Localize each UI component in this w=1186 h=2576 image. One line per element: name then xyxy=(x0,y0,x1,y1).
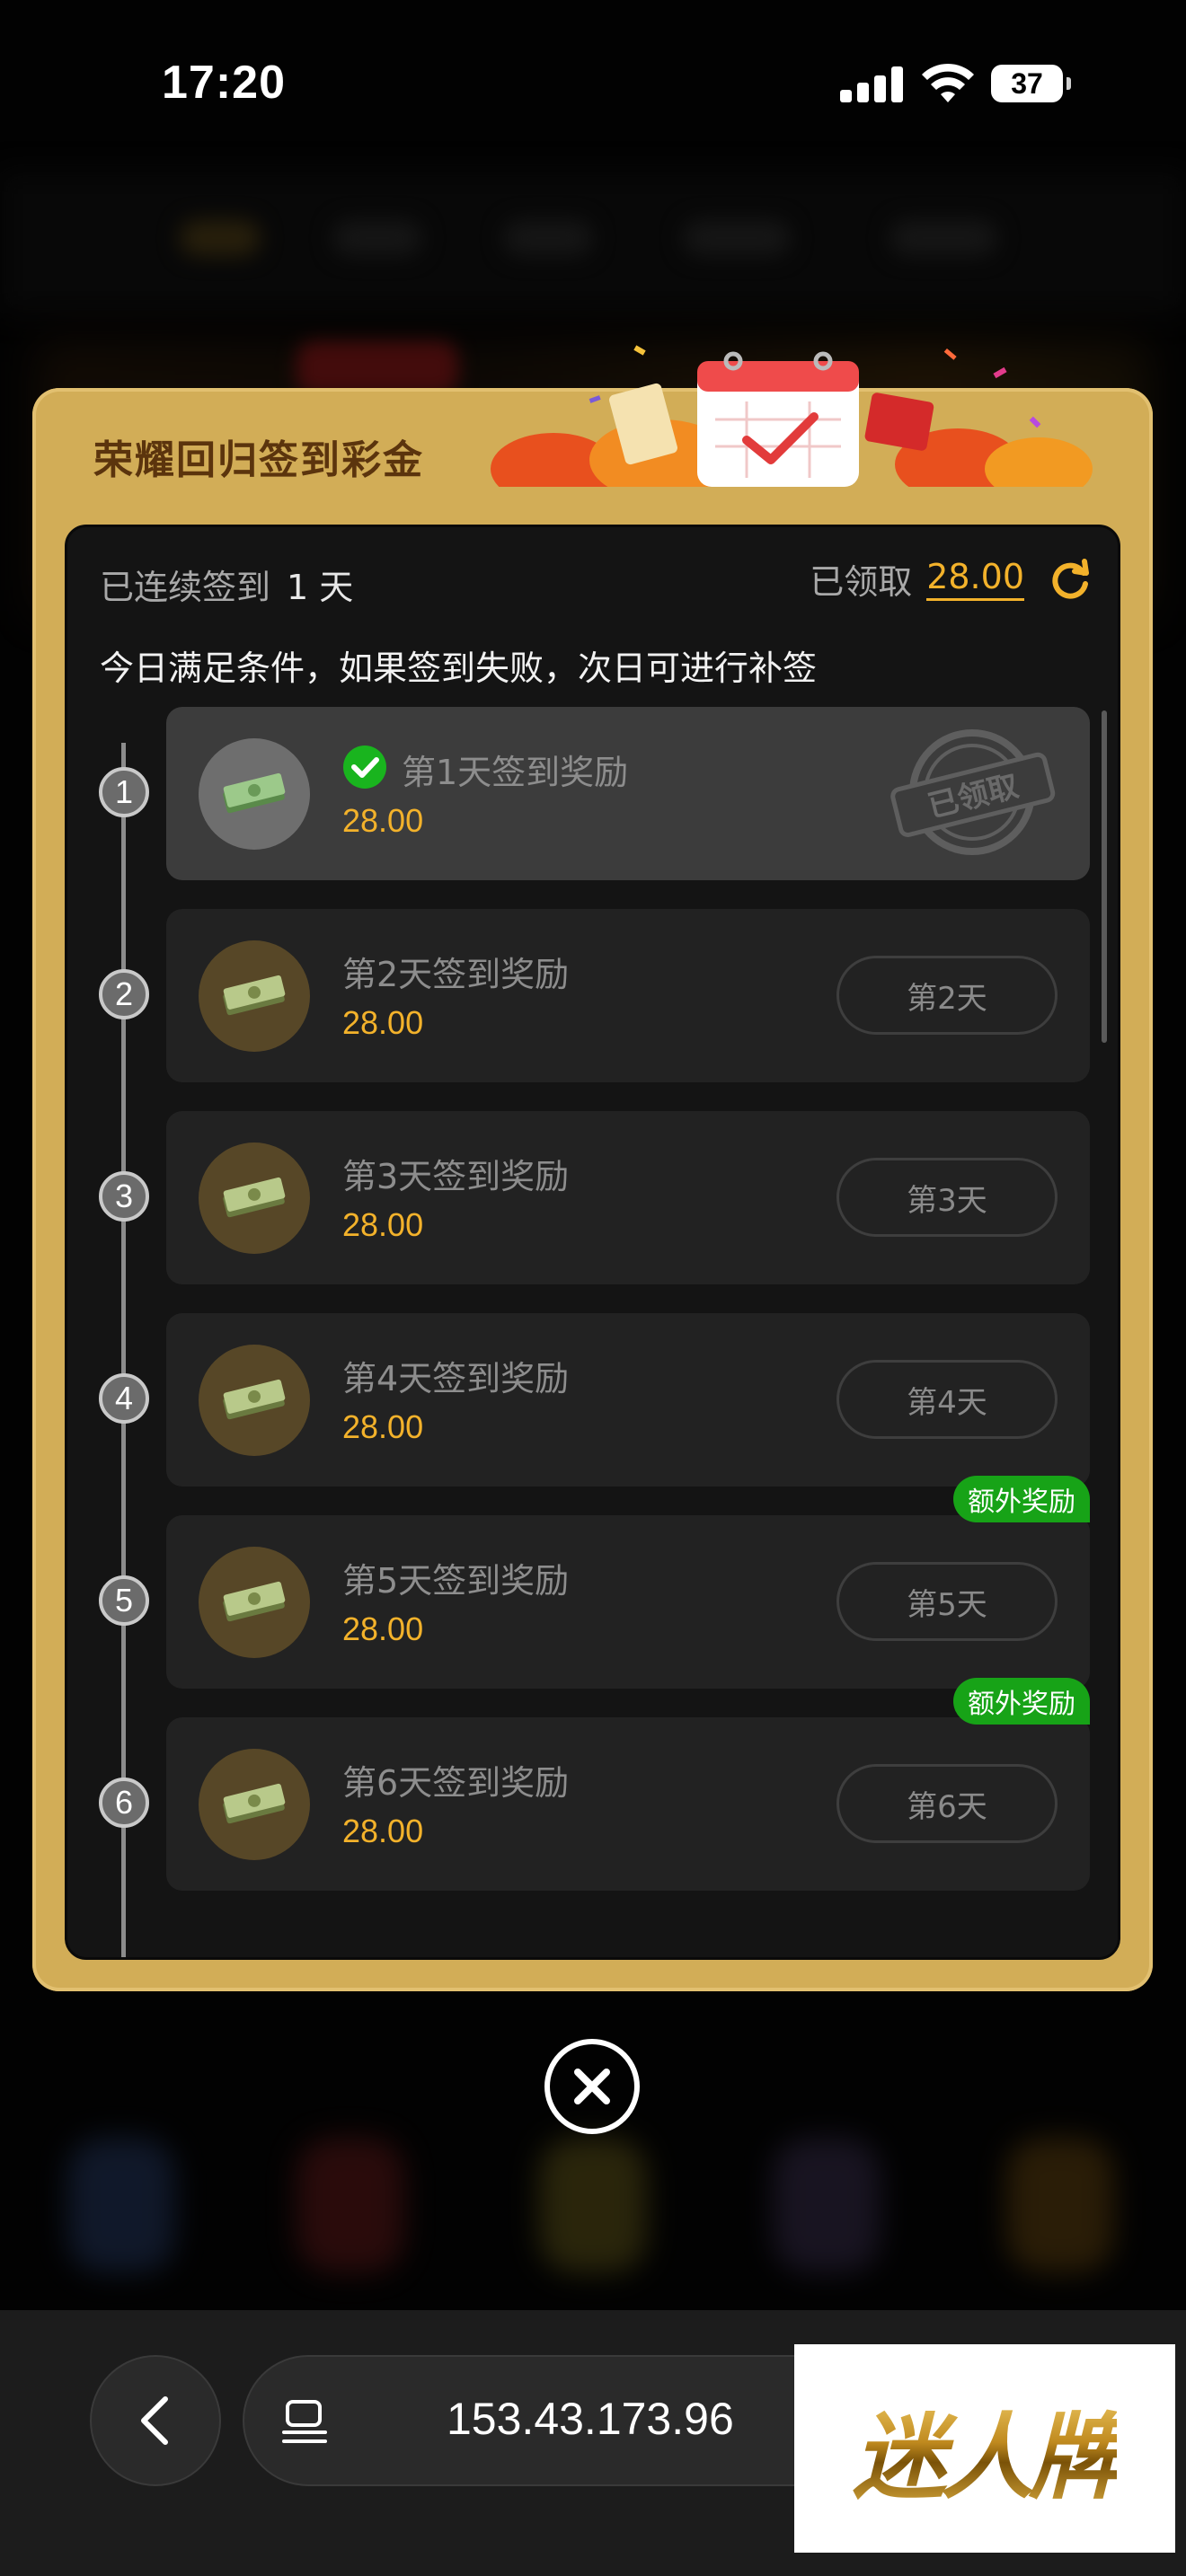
check-icon xyxy=(343,745,386,789)
signin-panel: 已连续签到 1 天 已领取 28.00 今日满足条件，如果签到失败，次日可进行补签… xyxy=(65,525,1120,1960)
claimed-amount: 28.00 xyxy=(926,557,1024,601)
streak-value: 1 天 xyxy=(287,568,354,607)
reward-row-day-6: 6 第6天签到奖励 28.00 第6天 额外奖励 xyxy=(67,1678,1118,1893)
step-number: 4 xyxy=(99,1373,149,1424)
reward-amount: 28.00 xyxy=(342,1813,424,1849)
close-icon xyxy=(574,2069,610,2104)
wifi-icon xyxy=(922,63,974,102)
reward-title: 第6天签到奖励 xyxy=(342,1763,570,1803)
money-icon xyxy=(199,1142,310,1254)
money-icon xyxy=(199,738,310,850)
status-bar: 17:20 37 xyxy=(0,0,1186,171)
modal-title: 荣耀回归签到彩金 xyxy=(93,437,424,483)
reward-card: 第4天签到奖励 28.00 第4天 xyxy=(166,1313,1090,1486)
reward-row-day-5: 5 第5天签到奖励 28.00 第5天 额外奖励 xyxy=(67,1476,1118,1691)
calendar-illustration xyxy=(491,345,1093,487)
reward-title: 第4天签到奖励 xyxy=(342,1359,570,1398)
money-icon xyxy=(199,1547,310,1658)
reward-card: 第6天签到奖励 28.00 第6天 额外奖励 xyxy=(166,1678,1090,1891)
reward-amount: 28.00 xyxy=(342,1004,424,1041)
day-5-button[interactable]: 第5天 xyxy=(836,1562,1058,1641)
signal-icon xyxy=(840,66,903,102)
money-icon xyxy=(199,940,310,1052)
reward-title: 第1天签到奖励 xyxy=(402,753,629,792)
money-icon xyxy=(199,1345,310,1456)
streak-label: 已连续签到 xyxy=(100,568,271,607)
day-6-button[interactable]: 第6天 xyxy=(836,1764,1058,1843)
reward-row-day-1: 1 第1天签到奖励 28.00 已领取 xyxy=(67,707,1118,883)
reward-card: 第3天签到奖励 28.00 第3天 xyxy=(166,1111,1090,1284)
reward-card: 第2天签到奖励 28.00 第2天 xyxy=(166,909,1090,1082)
reward-row-day-3: 3 第3天签到奖励 28.00 第3天 xyxy=(67,1111,1118,1287)
streak-info: 已连续签到 1 天 xyxy=(100,560,353,609)
reward-card: 第1天签到奖励 28.00 已领取 xyxy=(166,707,1090,880)
step-number: 6 xyxy=(99,1778,149,1828)
reward-title: 第5天签到奖励 xyxy=(342,1561,570,1601)
money-icon xyxy=(199,1749,310,1860)
reward-row-day-4: 4 第4天签到奖励 28.00 第4天 xyxy=(67,1313,1118,1489)
reward-amount: 28.00 xyxy=(342,1610,424,1647)
close-button[interactable] xyxy=(544,2039,640,2134)
day-4-button[interactable]: 第4天 xyxy=(836,1360,1058,1439)
step-number: 1 xyxy=(99,767,149,817)
step-number: 3 xyxy=(99,1171,149,1222)
reward-title: 第2天签到奖励 xyxy=(342,955,570,994)
chevron-left-icon xyxy=(141,2396,168,2445)
reward-amount: 28.00 xyxy=(342,1408,424,1445)
status-time: 17:20 xyxy=(162,57,286,109)
claimed-info: 已领取 28.00 xyxy=(810,554,1093,604)
day-2-button[interactable]: 第2天 xyxy=(836,956,1058,1035)
reward-row-day-2: 2 第2天签到奖励 28.00 第2天 xyxy=(67,909,1118,1085)
reward-card: 第5天签到奖励 28.00 第5天 额外奖励 xyxy=(166,1476,1090,1689)
tabs-icon[interactable] xyxy=(280,2398,329,2447)
claimed-stamp: 已领取 xyxy=(890,729,1056,855)
watermark-logo: 迷人牌 xyxy=(794,2344,1175,2553)
claimed-label: 已领取 xyxy=(810,562,913,602)
step-number: 5 xyxy=(99,1575,149,1626)
extra-reward-badge: 额外奖励 xyxy=(953,1476,1090,1522)
extra-reward-badge: 额外奖励 xyxy=(953,1678,1090,1725)
signin-note: 今日满足条件，如果签到失败，次日可进行补签 xyxy=(100,648,818,688)
url-text: 153.43.173.96 xyxy=(447,2394,734,2444)
daily-reward-list[interactable]: 1 第1天签到奖励 28.00 已领取 2 第2天签到奖励 28.00 第2天 … xyxy=(67,707,1118,1957)
watermark-text: 迷人牌 xyxy=(853,2381,1122,2517)
reward-title: 第3天签到奖励 xyxy=(342,1157,570,1196)
day-3-button[interactable]: 第3天 xyxy=(836,1158,1058,1237)
refresh-icon[interactable] xyxy=(1048,557,1093,602)
battery-indicator: 37 xyxy=(991,65,1071,102)
signin-modal: 荣耀回归签到彩金 已连续签到 1 天 已领取 28.00 今日满足条件，如果签到… xyxy=(32,345,1153,1991)
step-number: 2 xyxy=(99,969,149,1019)
back-button[interactable] xyxy=(90,2355,221,2486)
reward-amount: 28.00 xyxy=(342,1206,424,1243)
reward-amount: 28.00 xyxy=(342,802,424,839)
